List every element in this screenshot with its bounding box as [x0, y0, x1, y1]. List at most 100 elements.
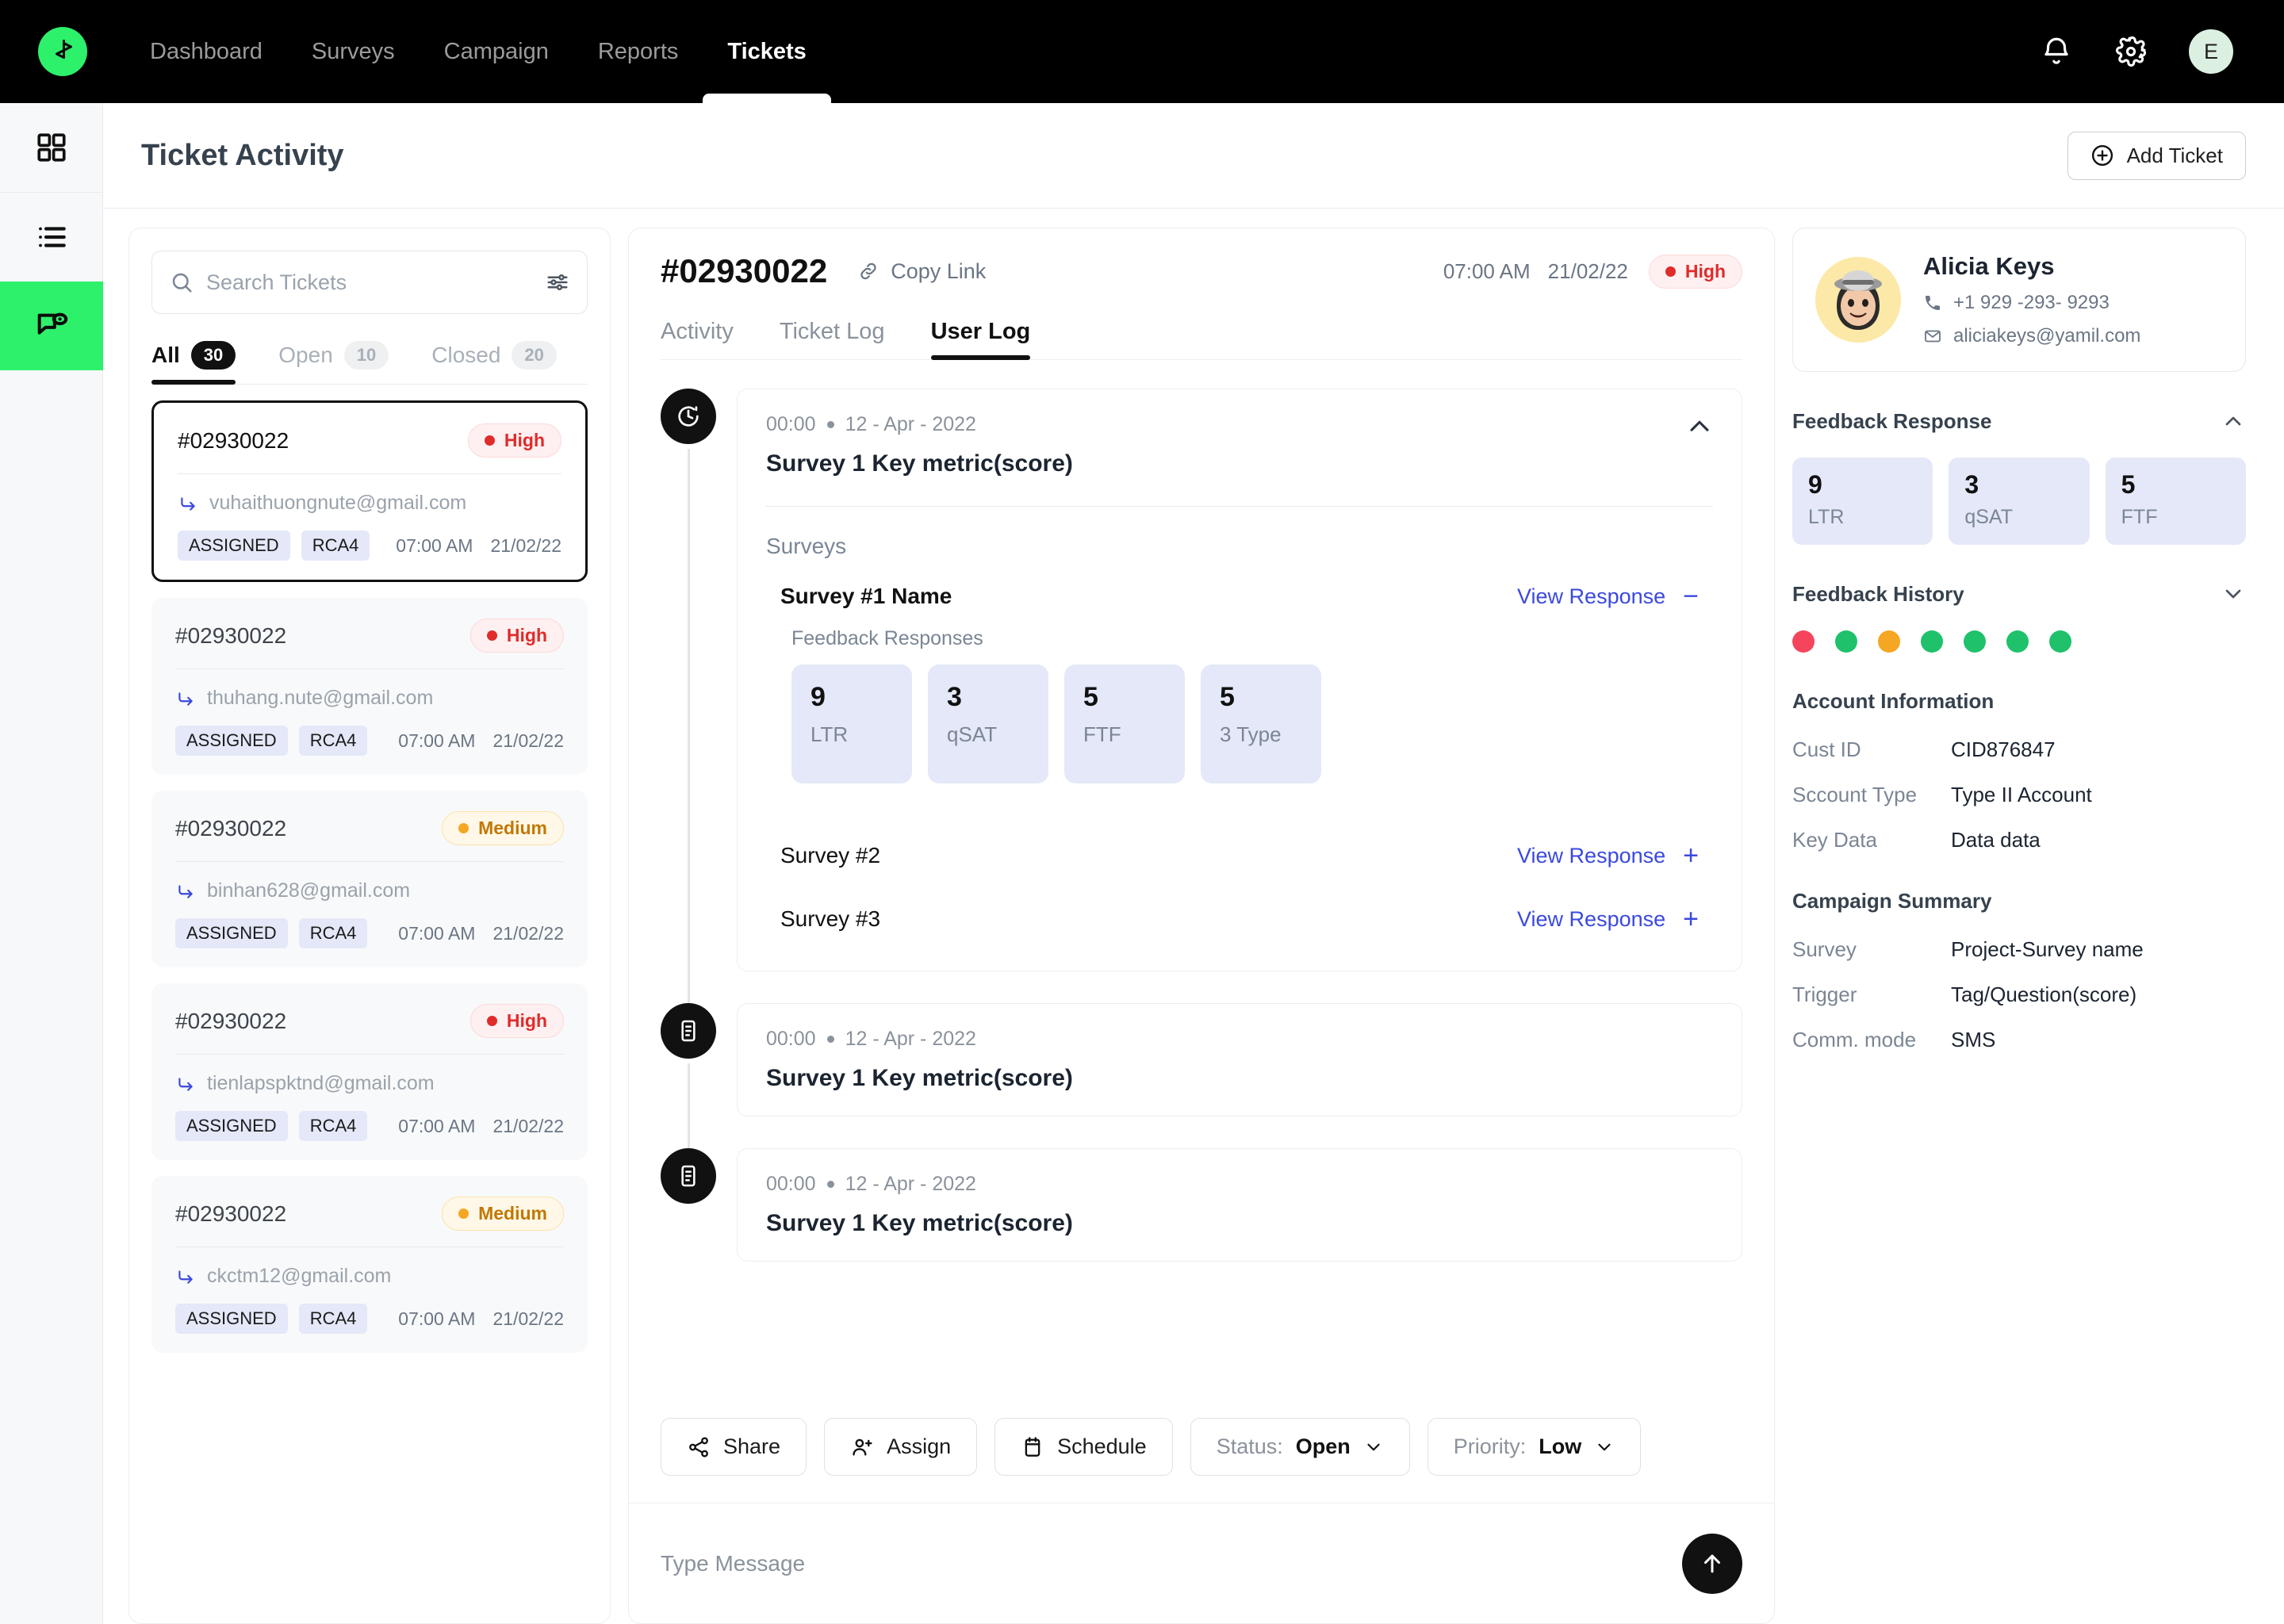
chevron-down-icon[interactable] [2221, 581, 2246, 607]
info-key: Comm. mode [1792, 1028, 1917, 1051]
nav-item-reports[interactable]: Reports [573, 0, 703, 103]
priority-value: Low [1539, 1434, 1582, 1458]
feedback-history-dot[interactable] [1878, 630, 1900, 653]
ticket-chip-rca: RCA4 [298, 918, 368, 948]
card-divider [178, 473, 561, 474]
nav-item-surveys[interactable]: Surveys [287, 0, 420, 103]
rail-item-list[interactable] [0, 193, 103, 282]
score-value: 9 [1808, 470, 1822, 499]
survey-expand-toggle[interactable]: + [1683, 842, 1699, 869]
reply-arrow-icon [181, 496, 195, 511]
priority-label: Medium [478, 1203, 547, 1224]
notification-bell-icon[interactable] [2040, 35, 2073, 68]
settings-gear-icon[interactable] [2114, 35, 2148, 68]
score-value: 5 [1220, 682, 1235, 712]
ticket-card[interactable]: #02930022 Medium ckctm12@gmail.com ASSIG… [151, 1176, 588, 1353]
nav-item-dashboard[interactable]: Dashboard [125, 0, 287, 103]
score-label: FTF [2121, 506, 2158, 528]
feedback-history-dot[interactable] [2006, 630, 2029, 653]
survey-name: Survey #3 [780, 906, 881, 931]
share-button[interactable]: Share [661, 1418, 807, 1476]
feedback-history-dot[interactable] [2049, 630, 2071, 653]
feedback-response-title: Feedback Response [1792, 408, 1992, 433]
tab-activity[interactable]: Activity [661, 319, 734, 359]
ticket-time: 07:00 AM [396, 534, 473, 556]
message-input[interactable] [661, 1550, 1682, 1576]
ticket-chip-rca: RCA4 [298, 1111, 368, 1141]
survey-expand-toggle[interactable]: + [1683, 906, 1699, 933]
status-value: Open [1295, 1434, 1351, 1458]
filter-sliders-icon[interactable] [546, 270, 569, 294]
message-composer [629, 1503, 1774, 1623]
chevron-down-icon [1598, 1443, 1611, 1450]
score-value: 5 [1083, 682, 1098, 712]
ticket-card[interactable]: #02930022 High thuhang.nute@gmail.com AS… [151, 598, 588, 775]
user-avatar[interactable]: E [2189, 29, 2233, 74]
tab-ticket-log[interactable]: Ticket Log [780, 319, 885, 359]
info-value: Data data [1951, 828, 2041, 852]
tab-user-log[interactable]: User Log [930, 319, 1030, 360]
view-response-link[interactable]: View Response [1517, 584, 1665, 609]
feedback-history-dot[interactable] [1835, 630, 1857, 653]
feedback-history-dot[interactable] [1964, 630, 1986, 653]
nav-item-tickets[interactable]: Tickets [703, 0, 832, 103]
feedback-response-scores: 9 LTR 3 qSAT 5 FTF [1792, 458, 2246, 545]
survey-collapse-toggle[interactable]: − [1683, 583, 1699, 610]
ticket-card[interactable]: #02930022 Medium binhan628@gmail.com ASS… [151, 791, 588, 967]
entry-title: Survey 1 Key metric(score) [766, 1065, 1073, 1091]
priority-label: High [506, 625, 547, 645]
feedback-history-header: Feedback History [1792, 581, 2246, 607]
card-divider [175, 1054, 564, 1055]
info-row: Key Data Data data [1792, 828, 2246, 852]
tab-closed[interactable]: Closed 20 [431, 341, 557, 384]
entry-meta: 00:00 12 - Apr - 2022 [766, 413, 1686, 436]
ticket-chip-rca: RCA4 [298, 726, 368, 756]
info-value: Tag/Question(score) [1951, 982, 2137, 1006]
timeline-gutter [661, 1003, 716, 1148]
reply-arrow-icon [178, 1077, 193, 1091]
feedback-history-dot[interactable] [1792, 630, 1815, 653]
send-message-button[interactable] [1682, 1533, 1742, 1594]
tab-all[interactable]: All 30 [151, 341, 236, 385]
ticket-card[interactable]: #02930022 High tienlapspktnd@gmail.com A… [151, 983, 588, 1160]
assign-button[interactable]: Assign [824, 1418, 978, 1476]
ticket-email-row: binhan628@gmail.com [175, 879, 564, 902]
profile-info: Alicia Keys +1 929 -293- 9293 aliciakeys… [1923, 252, 2140, 347]
timeline-entry: 00:00 12 - Apr - 2022 Survey 1 Key metri… [661, 1148, 1742, 1293]
tab-all-label: All [151, 343, 180, 367]
score-label: 3 Type [1220, 722, 1282, 746]
feedback-history-dot[interactable] [1921, 630, 1943, 653]
rail-item-dashboard[interactable] [0, 103, 103, 192]
timeline-card: 00:00 12 - Apr - 2022 Survey 1 Key metri… [737, 389, 1742, 971]
ticket-id: #02930022 [178, 427, 289, 453]
ticket-card[interactable]: #02930022 High vuhaithuongnute@gmail.com… [151, 400, 588, 582]
score-label: LTR [1808, 506, 1845, 528]
detail-priority-label: High [1684, 260, 1726, 282]
chevron-up-icon[interactable] [2221, 408, 2246, 434]
timeline-entry: 00:00 12 - Apr - 2022 Survey 1 Key metri… [661, 1003, 1742, 1148]
add-ticket-button[interactable]: Add Ticket [2067, 131, 2246, 180]
status-select[interactable]: Status: Open [1190, 1418, 1410, 1476]
priority-dot [458, 823, 469, 833]
view-response-link[interactable]: View Response [1517, 844, 1665, 868]
survey-name: Survey #2 [780, 843, 881, 868]
right-sidebar: Alicia Keys +1 929 -293- 9293 aliciakeys… [1792, 228, 2246, 1624]
phone-icon [1926, 296, 1940, 310]
copy-link-button[interactable]: Copy Link [857, 259, 986, 284]
card-divider [175, 668, 564, 669]
tab-open[interactable]: Open 10 [278, 341, 389, 384]
rail-item-tickets[interactable] [0, 282, 103, 370]
app-logo[interactable] [38, 27, 87, 76]
ticket-time: 07:00 AM [398, 1115, 476, 1136]
view-response-link[interactable]: View Response [1517, 907, 1665, 932]
schedule-button[interactable]: Schedule [994, 1418, 1173, 1476]
ticket-time: 07:00 AM [398, 1308, 476, 1329]
customer-name: Alicia Keys [1923, 252, 2055, 280]
search-input[interactable] [206, 270, 533, 295]
feedback-responses-label: Feedback Responses [791, 627, 983, 649]
chevron-up-icon[interactable] [1686, 413, 1713, 440]
priority-select[interactable]: Priority: Low [1427, 1418, 1642, 1476]
nav-item-campaign[interactable]: Campaign [420, 0, 573, 103]
share-icon [689, 1436, 708, 1457]
copy-link-label: Copy Link [891, 259, 987, 283]
